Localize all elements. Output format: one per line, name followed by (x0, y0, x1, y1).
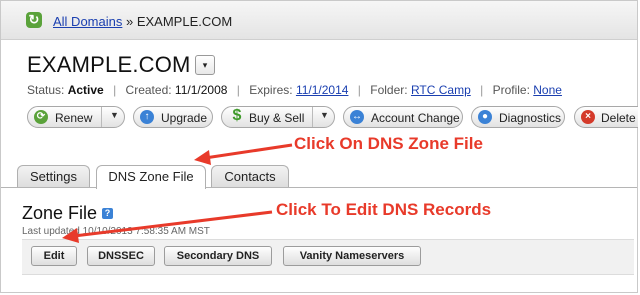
domain-status-line: Status: Active | Created: 11/1/2008 | Ex… (27, 83, 562, 97)
account-change-icon: ↔ (350, 110, 364, 124)
domain-title: EXAMPLE.COM (27, 52, 191, 77)
account-change-button[interactable]: ↔ Account Change (343, 106, 463, 128)
edit-button[interactable]: Edit (31, 246, 77, 266)
buy-sell-label: Buy & Sell (249, 111, 305, 125)
folder-link[interactable]: RTC Camp (411, 83, 471, 97)
chevron-down-icon[interactable]: ▼ (320, 110, 329, 120)
breadcrumb-all-domains-link[interactable]: All Domains (53, 14, 122, 29)
last-updated-text: Last updated 10/10/2013 7:58:35 AM MST (22, 226, 210, 237)
expires-label: Expires: (249, 83, 293, 97)
tab-contacts[interactable]: Contacts (211, 165, 289, 187)
split-divider (101, 107, 102, 127)
help-icon[interactable]: ? (102, 208, 113, 219)
top-bar: ↻ All Domains » EXAMPLE.COM (1, 1, 637, 40)
tab-dns-zone-file[interactable]: DNS Zone File (96, 165, 206, 189)
chevron-down-icon[interactable]: ▼ (110, 110, 119, 120)
expires-link[interactable]: 11/1/2014 (296, 83, 349, 97)
delete-button[interactable]: × Delete (574, 106, 638, 128)
zone-file-heading: Zone File (22, 203, 98, 223)
breadcrumb-current: EXAMPLE.COM (136, 14, 233, 29)
buy-sell-button[interactable]: $ Buy & Sell ▼ (221, 106, 335, 128)
tab-settings[interactable]: Settings (17, 165, 90, 187)
created-value: 11/1/2008 (174, 83, 228, 97)
renew-button[interactable]: ⟳ Renew ▼ (27, 106, 125, 128)
upgrade-label: Upgrade (161, 111, 208, 125)
dollar-icon: $ (232, 107, 242, 124)
account-change-label: Account Change (371, 111, 460, 125)
chevron-down-icon: ▾ (202, 60, 208, 70)
callout-edit-dns-records: Click To Edit DNS Records (276, 200, 492, 219)
split-divider (312, 107, 313, 127)
renew-label: Renew (55, 111, 93, 125)
delete-icon: × (581, 110, 595, 124)
refresh-home-icon[interactable]: ↻ (26, 12, 42, 28)
delete-label: Delete (601, 111, 636, 125)
divider: | (113, 83, 117, 97)
divider: | (236, 83, 240, 97)
breadcrumb: All Domains » EXAMPLE.COM (53, 14, 232, 29)
dnssec-button[interactable]: DNSSEC (87, 246, 155, 266)
divider: | (480, 83, 484, 97)
renew-icon: ⟳ (34, 110, 48, 124)
callout-dns-zone-file: Click On DNS Zone File (294, 134, 483, 153)
breadcrumb-separator: » (125, 14, 134, 29)
diagnostics-icon: ● (478, 110, 492, 124)
status-value: Active (67, 83, 104, 97)
upgrade-button[interactable]: ↑ Upgrade (133, 106, 213, 128)
vanity-nameservers-button[interactable]: Vanity Nameservers (283, 246, 421, 266)
created-label: Created: (125, 83, 172, 97)
diagnostics-button[interactable]: ● Diagnostics (471, 106, 565, 128)
divider: | (357, 83, 361, 97)
secondary-dns-button[interactable]: Secondary DNS (164, 246, 272, 266)
profile-link[interactable]: None (533, 83, 562, 97)
profile-label: Profile: (492, 83, 530, 97)
diagnostics-label: Diagnostics (499, 111, 562, 125)
upgrade-arrow-icon: ↑ (140, 110, 154, 124)
status-label: Status: (27, 83, 65, 97)
folder-label: Folder: (370, 83, 408, 97)
domain-dropdown-button[interactable]: ▾ (195, 55, 215, 75)
